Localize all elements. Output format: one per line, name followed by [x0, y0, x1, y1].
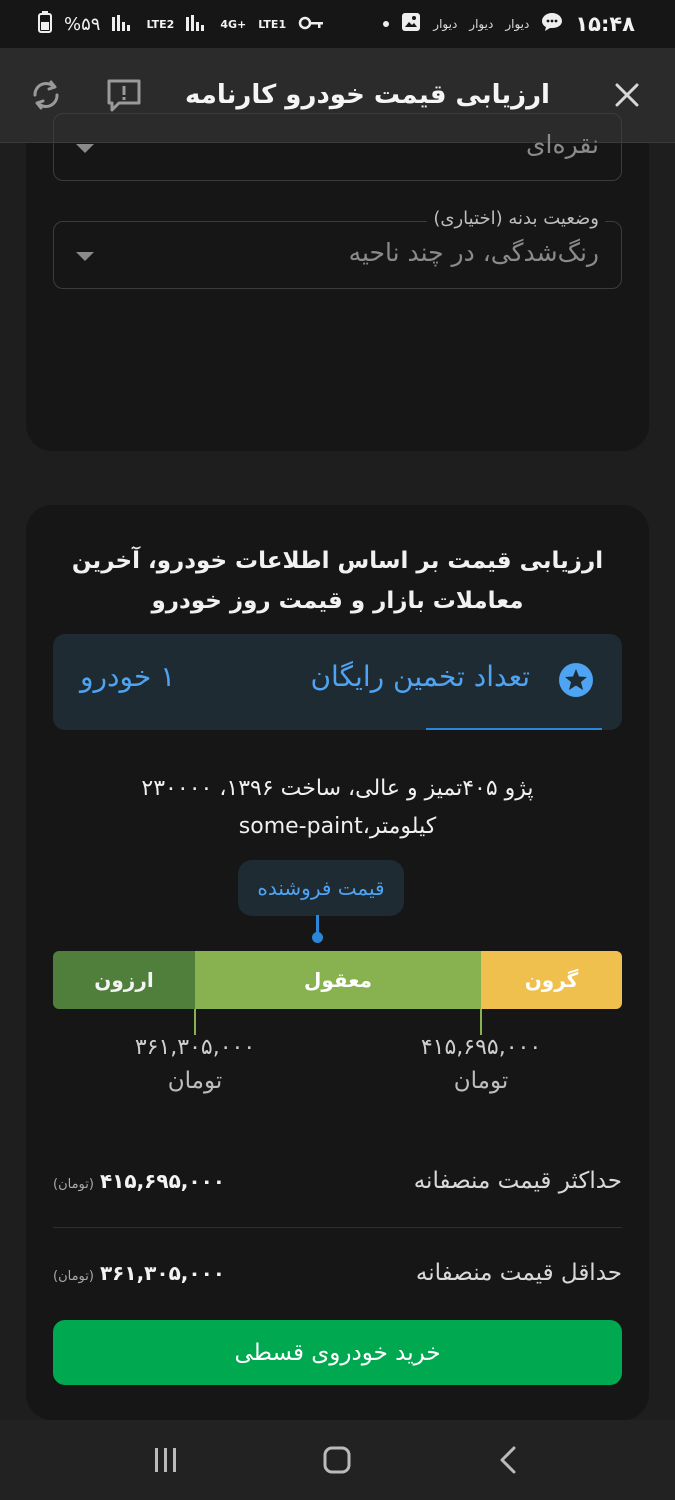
segment-cheap: ارزون [53, 951, 195, 1009]
car-description-line-2: کیلومتر،some-paint [238, 814, 437, 839]
back-icon [500, 1446, 516, 1474]
seller-price-tooltip: قیمت فروشنده [238, 860, 404, 916]
min-fair-price-unit: (تومان) [53, 1269, 94, 1284]
min-fair-price-row: حداقل قیمت منصفانه ۳۶۱,۳۰۵,۰۰۰ (تومان) [53, 1227, 622, 1319]
app-label-2: دیوار [469, 17, 494, 31]
color-field-value: نقره‌ای [525, 130, 599, 159]
evaluation-intro: ارزیابی قیمت بر اساس اطلاعات خودرو، آخری… [71, 548, 604, 614]
free-estimate-label: تعداد تخمین رایگان [310, 660, 530, 693]
high-price-value: ۴۱۵,۶۹۵,۰۰۰ [420, 1035, 542, 1060]
report-icon [107, 79, 141, 112]
back-button[interactable] [479, 1430, 539, 1490]
notification-dot-icon [383, 21, 390, 27]
body-condition-label: وضعیت بدنه (اختیاری) [427, 208, 605, 229]
price-range-bar: ارزون معقول گرون [53, 951, 622, 1009]
report-button[interactable] [104, 75, 144, 115]
car-description-line-1: پژو ۴۰۵تمیز و عالی، ساخت ۱۳۹۶، ۲۳۰۰۰۰ [141, 776, 534, 801]
network-label-1: LTE2 [146, 17, 175, 31]
free-estimate-underline [426, 728, 602, 730]
color-field[interactable]: نقره‌ای [53, 113, 622, 181]
max-fair-price-label: حداکثر قیمت منصفانه [413, 1168, 622, 1194]
signal-icon [112, 13, 134, 36]
high-price-tick [480, 1009, 482, 1035]
gallery-icon [401, 12, 421, 37]
status-bar: %۵۹ LTE2 4G+ LTE1 دیوار دیوار دیوار ۱۵:۴… [0, 0, 675, 48]
min-fair-price-label: حداقل قیمت منصفانه [415, 1260, 622, 1286]
key-icon [298, 14, 324, 35]
car-form-card: نقره‌ای وضعیت بدنه (اختیاری) رنگ‌شدگی، د… [26, 113, 649, 451]
price-evaluation-card: ارزیابی قیمت بر اساس اطلاعات خودرو، آخری… [26, 505, 649, 1420]
app-bar-actions [26, 75, 144, 115]
body-condition-value: رنگ‌شدگی، در چند ناحیه [348, 238, 599, 267]
min-fair-price-number: ۳۶۱,۳۰۵,۰۰۰ [99, 1261, 226, 1285]
status-left: %۵۹ LTE2 4G+ LTE1 [38, 10, 324, 38]
recents-icon [154, 1448, 176, 1472]
app-label-1: دیوار [433, 17, 458, 31]
high-price-unit: تومان [453, 1068, 509, 1094]
refresh-button[interactable] [26, 75, 66, 115]
free-estimate-count: ۱ خودرو [80, 660, 176, 693]
low-price-unit: تومان [167, 1068, 223, 1094]
close-icon [615, 83, 639, 107]
status-right: دیوار دیوار دیوار ۱۵:۴۸ [383, 12, 635, 37]
refresh-icon [33, 80, 59, 110]
min-fair-price-value: ۳۶۱,۳۰۵,۰۰۰ (تومان) [53, 1261, 225, 1285]
body-condition-field[interactable]: وضعیت بدنه (اختیاری) رنگ‌شدگی، در چند نا… [53, 208, 622, 289]
low-price-value: ۳۶۱,۳۰۵,۰۰۰ [134, 1035, 256, 1060]
max-fair-price-value: ۴۱۵,۶۹۵,۰۰۰ (تومان) [53, 1169, 225, 1193]
chat-icon [541, 12, 563, 37]
clock: ۱۵:۴۸ [575, 12, 635, 36]
app-label-3: دیوار [505, 17, 530, 31]
segment-fair: معقول [195, 951, 481, 1009]
installment-purchase-button[interactable]: خرید خودروی قسطی [53, 1320, 622, 1385]
network-label-2: 4G+ [220, 17, 247, 31]
free-estimate-box: تعداد تخمین رایگان ۱ خودرو [53, 634, 622, 730]
network-label-3: LTE1 [258, 17, 287, 31]
recents-button[interactable] [136, 1430, 196, 1490]
system-nav-bar [0, 1420, 675, 1500]
car-description: پژو ۴۰۵تمیز و عالی، ساخت ۱۳۹۶، ۲۳۰۰۰۰ کی… [66, 770, 609, 846]
seller-price-pin-dot [312, 932, 323, 943]
close-button[interactable] [607, 75, 647, 115]
max-fair-price-unit: (تومان) [53, 1177, 94, 1192]
battery-icon [38, 10, 52, 38]
max-fair-price-number: ۴۱۵,۶۹۵,۰۰۰ [99, 1169, 226, 1193]
dropdown-arrow-icon [76, 144, 94, 153]
low-price-tick [194, 1009, 196, 1035]
low-price-label: ۳۶۱,۳۰۵,۰۰۰ تومان [115, 1035, 275, 1094]
star-icon [559, 663, 593, 697]
home-icon [323, 1446, 351, 1474]
max-fair-price-row: حداکثر قیمت منصفانه ۴۱۵,۶۹۵,۰۰۰ (تومان) [53, 1135, 622, 1227]
dropdown-arrow-icon [76, 252, 94, 261]
segment-expensive: گرون [481, 951, 622, 1009]
battery-percent: %۵۹ [64, 13, 101, 35]
signal-icon-2 [186, 13, 208, 36]
home-button[interactable] [307, 1430, 367, 1490]
high-price-label: ۴۱۵,۶۹۵,۰۰۰ تومان [401, 1035, 561, 1094]
